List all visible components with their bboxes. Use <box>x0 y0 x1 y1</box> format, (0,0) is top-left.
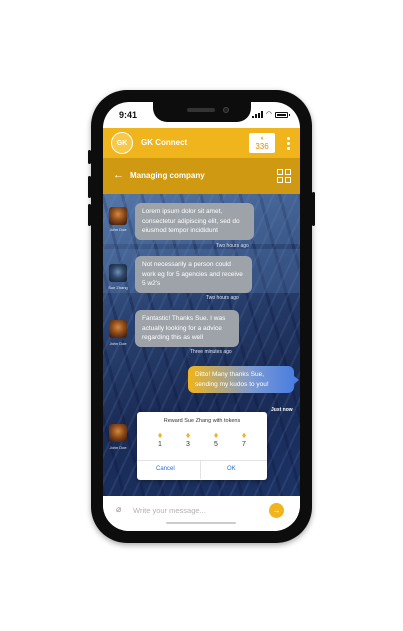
power-button <box>312 192 315 226</box>
status-icons: ◠ <box>251 111 290 118</box>
phone-frame: 9:41 ◠ GK GK Connect ♦ 336 ← Managing co… <box>88 90 315 543</box>
status-time: 9:41 <box>119 110 138 120</box>
message-input[interactable] <box>133 504 253 516</box>
message-time: Just now <box>271 407 293 413</box>
message-composer: ⌀ → <box>103 496 300 531</box>
avatar-john-doe <box>109 424 127 442</box>
reward-title: Reward Sue Zhang with tokens <box>163 418 241 424</box>
diamond-icon: ♦ <box>213 430 219 440</box>
front-camera <box>223 107 229 113</box>
message-bubble: Not necessarily a person could work eg f… <box>135 256 252 293</box>
chat-title: Managing company <box>130 171 205 180</box>
reward-amount: 7 <box>242 441 246 448</box>
volume-up-button <box>88 176 91 198</box>
divider <box>200 461 201 479</box>
app-header: GK GK Connect ♦ 336 <box>103 128 300 158</box>
token-balance-button[interactable]: ♦ 336 <box>249 133 275 153</box>
message-time: Two hours ago <box>206 295 239 301</box>
reward-amount: 1 <box>158 441 162 448</box>
reward-option-1[interactable]: ♦ 1 <box>151 430 169 450</box>
volume-down-button <box>88 204 91 226</box>
bubble-tail <box>294 376 299 384</box>
diamond-icon: ♦ <box>157 430 163 440</box>
phone-screen: 9:41 ◠ GK GK Connect ♦ 336 ← Managing co… <box>103 102 300 531</box>
avatar-sue-zhang <box>109 264 127 282</box>
chat-area[interactable]: John Doe Lorem ipsum dolor sit amet, con… <box>103 194 300 496</box>
ok-button[interactable]: OK <box>227 466 236 472</box>
reward-amount: 5 <box>214 441 218 448</box>
reward-option-5[interactable]: ♦ 5 <box>207 430 225 450</box>
app-title: GK Connect <box>141 138 188 147</box>
message-bubble: Lorem ipsum dolor sit amet, consectetur … <box>135 203 254 240</box>
reward-amount: 3 <box>186 441 190 448</box>
token-count: 336 <box>255 141 269 151</box>
reward-tokens-card: Reward Sue Zhang with tokens ♦ 1 ♦ 3 ♦ 5… <box>137 412 267 480</box>
reward-actions: Cancel OK <box>137 460 267 479</box>
sender-name: John Doe <box>109 445 127 450</box>
wifi-icon: ◠ <box>265 111 272 118</box>
sender-name: Sue Zhang <box>108 285 128 290</box>
notch <box>153 102 251 122</box>
sender-name: John Doe <box>109 341 127 346</box>
silent-switch <box>88 150 91 164</box>
send-button[interactable]: → <box>269 503 284 518</box>
message-text: Ditto! Many thanks Sue, sending my kudos… <box>195 371 269 388</box>
diamond-icon: ♦ <box>185 430 191 440</box>
back-arrow-icon[interactable]: ← <box>113 170 124 181</box>
speaker <box>187 108 215 112</box>
logo-text: GK <box>116 139 128 147</box>
signal-icon <box>251 111 263 118</box>
paperclip-icon[interactable]: ⌀ <box>116 504 121 515</box>
message-bubble: Fantastic! Thanks Sue. I was actually lo… <box>135 310 239 347</box>
send-arrow-icon: → <box>272 506 281 515</box>
chat-subheader: ← Managing company <box>103 158 300 194</box>
sender-name: John Doe <box>109 227 127 232</box>
avatar-john-doe <box>109 320 127 338</box>
avatar-john-doe <box>109 207 127 225</box>
message-text: Fantastic! Thanks Sue. I was actually lo… <box>142 315 226 341</box>
message-text: Lorem ipsum dolor sit amet, consectetur … <box>142 208 240 234</box>
message-time: Three minutes ago <box>190 349 232 355</box>
reward-option-7[interactable]: ♦ 7 <box>235 430 253 450</box>
qr-code-icon[interactable] <box>277 169 291 183</box>
app-logo: GK <box>111 132 133 154</box>
my-message-bubble: Ditto! Many thanks Sue, sending my kudos… <box>188 366 294 393</box>
cancel-button[interactable]: Cancel <box>156 466 175 472</box>
reward-option-3[interactable]: ♦ 3 <box>179 430 197 450</box>
message-time: Two hours ago <box>216 243 249 249</box>
message-text: Not necessarily a person could work eg f… <box>142 261 243 287</box>
more-menu-icon[interactable] <box>287 137 291 150</box>
battery-icon <box>275 111 290 118</box>
home-indicator <box>166 522 236 524</box>
diamond-icon: ♦ <box>241 430 247 440</box>
